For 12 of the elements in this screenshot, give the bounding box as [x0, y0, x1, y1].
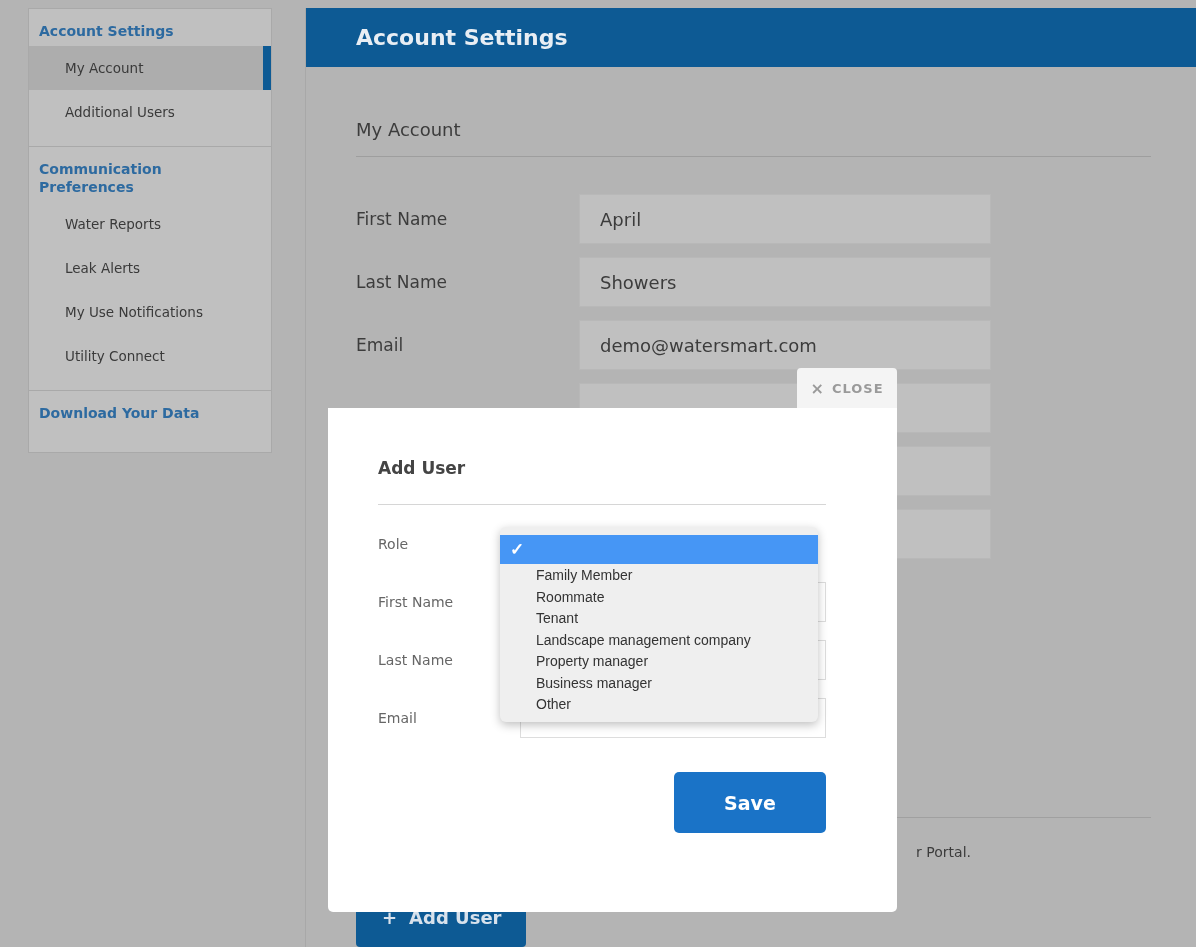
field-label: Last Name	[356, 272, 447, 292]
dialog-title: Add User	[378, 458, 467, 478]
section-heading: My Account	[356, 119, 1151, 157]
field-label: Email	[356, 335, 404, 355]
field-label: Email	[378, 710, 417, 726]
check-icon: ✓	[510, 539, 524, 560]
field-label: First Name	[378, 594, 454, 610]
info-text: r Portal.	[916, 844, 971, 860]
field-label: Role	[378, 536, 409, 552]
field-label: Last Name	[378, 652, 453, 668]
page-title: Account Settings	[356, 25, 568, 50]
field-label: First Name	[356, 209, 448, 229]
